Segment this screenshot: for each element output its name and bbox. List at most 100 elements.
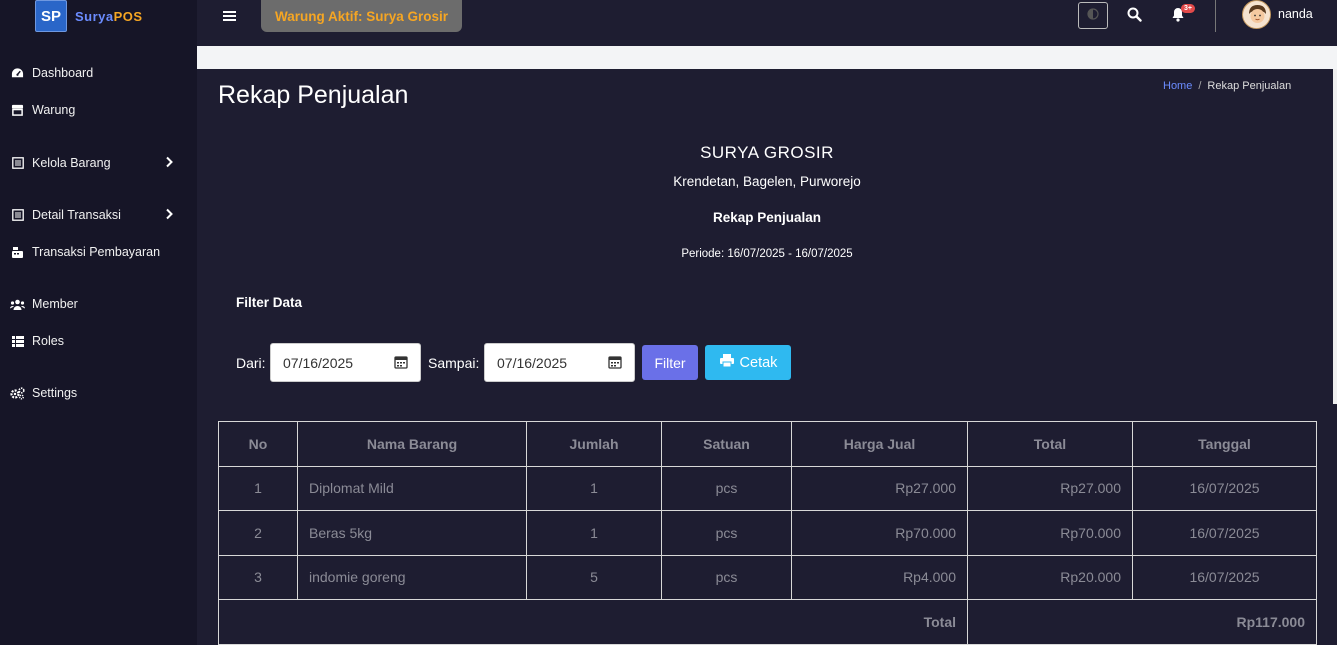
cell-total: Rp70.000 <box>967 510 1133 556</box>
page-title: Rekap Penjualan <box>218 81 409 109</box>
column-header-harga-jual[interactable]: Harga Jual <box>791 421 968 467</box>
to-date-input[interactable]: 07/16/2025 <box>484 343 635 382</box>
cell-total: Rp27.000 <box>967 465 1133 511</box>
report-title: Rekap Penjualan <box>712 210 822 225</box>
total-label: Total <box>218 599 968 645</box>
sidebar-item-roles[interactable]: Roles <box>10 330 190 352</box>
cell-nama-barang: Beras 5kg <box>297 510 527 556</box>
cell-satuan: pcs <box>661 465 792 511</box>
total-value: Rp117.000 <box>967 599 1317 645</box>
chevron-right-icon <box>165 208 173 223</box>
search-icon[interactable] <box>1127 7 1142 27</box>
brand-name-part1: Surya <box>75 8 114 24</box>
cell-satuan: pcs <box>661 510 792 556</box>
cell-nama-barang: Diplomat Mild <box>297 465 527 511</box>
sidebar-item-settings[interactable]: Settings <box>10 382 190 404</box>
table-row: 3 indomie goreng 5 pcs Rp4.000 Rp20.000 … <box>218 554 1317 600</box>
cell-jumlah: 5 <box>526 554 662 600</box>
breadcrumb-home-link[interactable]: Home <box>1163 80 1192 92</box>
theme-toggle-button[interactable] <box>1078 2 1108 29</box>
list-icon <box>10 156 25 170</box>
from-date-input[interactable]: 07/16/2025 <box>270 343 421 382</box>
cell-jumlah: 1 <box>526 510 662 556</box>
sidebar-item-label: Dashboard <box>32 66 94 80</box>
breadcrumb-separator: / <box>1198 80 1202 92</box>
user-avatar[interactable] <box>1242 0 1271 29</box>
brand[interactable]: SP SuryaPOS <box>35 0 143 32</box>
sales-recap-table: No Nama Barang Jumlah Satuan Harga Jual … <box>218 421 1317 645</box>
from-date-value: 07/16/2025 <box>283 354 354 371</box>
report-period: Periode: 16/07/2025 - 16/07/2025 <box>681 248 853 260</box>
column-header-jumlah[interactable]: Jumlah <box>526 421 662 467</box>
cell-satuan: pcs <box>661 554 792 600</box>
brand-name: SuryaPOS <box>75 9 143 24</box>
sidebar-item-member[interactable]: Member <box>10 293 190 315</box>
cell-no: 2 <box>218 510 298 556</box>
notification-button[interactable]: 3+ <box>1171 4 1195 27</box>
sidebar-item-label: Settings <box>32 386 78 400</box>
column-header-total[interactable]: Total <box>967 421 1133 467</box>
sidebar-item-label: Kelola Barang <box>32 156 111 170</box>
notification-badge: 3+ <box>1181 4 1195 13</box>
store-icon <box>10 103 25 117</box>
from-date-label: Dari: <box>236 355 266 371</box>
list-icon <box>10 208 25 222</box>
sidebar-item-label: Roles <box>32 334 64 348</box>
breadcrumb: Home / Rekap Penjualan <box>1163 80 1291 92</box>
cell-tanggal: 16/07/2025 <box>1132 510 1317 556</box>
column-header-no[interactable]: No <box>218 421 298 467</box>
contrast-icon <box>1087 7 1099 25</box>
report-company-name: SURYA GROSIR <box>700 143 834 162</box>
sidebar: SP SuryaPOS Dashboard Warung Kelola Bara… <box>0 0 197 645</box>
cell-no: 1 <box>218 465 298 511</box>
sidebar-item-label: Detail Transaksi <box>32 208 121 222</box>
sidebar-item-warung[interactable]: Warung <box>10 99 190 121</box>
chevron-right-icon <box>165 156 173 171</box>
list-icon <box>10 334 25 348</box>
calendar-icon[interactable] <box>608 355 622 372</box>
hamburger-menu-icon[interactable] <box>223 9 236 27</box>
column-header-satuan[interactable]: Satuan <box>661 421 792 467</box>
topbar-divider <box>1215 0 1216 32</box>
print-icon <box>719 353 735 372</box>
sidebar-item-kelola-barang[interactable]: Kelola Barang <box>10 152 190 174</box>
sidebar-item-detail-transaksi[interactable]: Detail Transaksi <box>10 204 190 226</box>
cell-nama-barang: indomie goreng <box>297 554 527 600</box>
sidebar-item-label: Member <box>32 297 78 311</box>
active-store-button[interactable]: Warung Aktif: Surya Grosir <box>261 0 462 32</box>
cell-harga-jual: Rp70.000 <box>791 510 968 556</box>
column-header-nama-barang[interactable]: Nama Barang <box>297 421 527 467</box>
dashboard-icon <box>10 66 25 80</box>
cell-jumlah: 1 <box>526 465 662 511</box>
content-header-strip <box>197 46 1337 69</box>
sidebar-item-label: Transaksi Pembayaran <box>32 245 161 259</box>
column-header-tanggal[interactable]: Tanggal <box>1132 421 1317 467</box>
scrollbar[interactable] <box>1333 69 1337 404</box>
report-address: Krendetan, Bagelen, Purworejo <box>673 174 861 189</box>
cell-tanggal: 16/07/2025 <box>1132 465 1317 511</box>
users-icon <box>10 297 25 311</box>
filter-button[interactable]: Filter <box>642 345 698 380</box>
table-row: 1 Diplomat Mild 1 pcs Rp27.000 Rp27.000 … <box>218 465 1317 511</box>
print-button[interactable]: Cetak <box>705 345 791 380</box>
brand-logo: SP <box>35 0 67 32</box>
filter-title: Filter Data <box>236 295 303 310</box>
table-row: 2 Beras 5kg 1 pcs Rp70.000 Rp70.000 16/0… <box>218 510 1317 556</box>
to-date-label: Sampai: <box>428 355 480 371</box>
sidebar-item-transaksi-pembayaran[interactable]: Transaksi Pembayaran <box>10 241 190 263</box>
user-name[interactable]: nanda <box>1278 7 1313 21</box>
cell-harga-jual: Rp27.000 <box>791 465 968 511</box>
cell-total: Rp20.000 <box>967 554 1133 600</box>
brand-name-part2: POS <box>113 8 143 24</box>
cell-harga-jual: Rp4.000 <box>791 554 968 600</box>
print-button-label: Cetak <box>739 354 778 371</box>
calendar-icon[interactable] <box>394 355 408 372</box>
breadcrumb-current: Rekap Penjualan <box>1207 80 1292 92</box>
topbar: Warung Aktif: Surya Grosir 3+ nanda <box>197 0 1337 46</box>
cell-tanggal: 16/07/2025 <box>1132 554 1317 600</box>
to-date-value: 07/16/2025 <box>497 354 568 371</box>
sidebar-item-dashboard[interactable]: Dashboard <box>10 62 190 84</box>
table-header-row: No Nama Barang Jumlah Satuan Harga Jual … <box>218 421 1317 467</box>
gears-icon <box>10 386 25 400</box>
cash-register-icon <box>10 245 25 259</box>
